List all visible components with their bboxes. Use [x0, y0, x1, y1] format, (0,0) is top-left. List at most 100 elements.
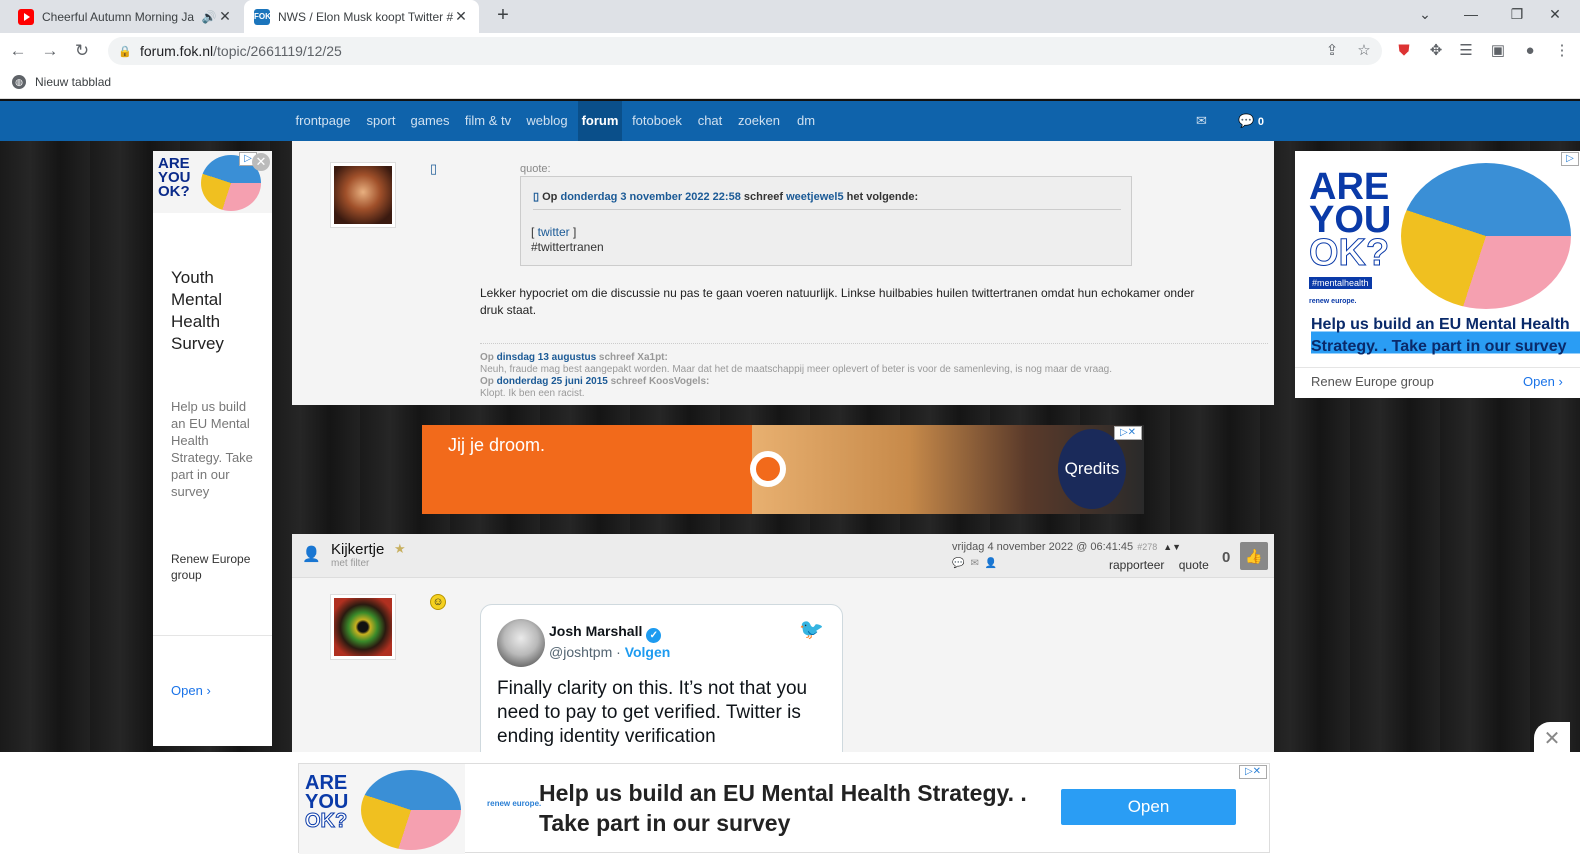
nav-frontpage[interactable]: frontpage: [292, 101, 354, 141]
renew-logo: renew europe.: [1309, 298, 1357, 305]
forward-icon[interactable]: →: [36, 37, 64, 65]
verified-icon: ✓: [646, 628, 662, 643]
tweet-author[interactable]: Josh Marshall ✓: [549, 623, 662, 643]
bottom-ad[interactable]: ARE YOU OK? renew europe. Help us build an…: [298, 763, 1270, 854]
address-bar[interactable]: 🔒 forum.fok.nl/topic/2661119/12/25: [108, 37, 1382, 65]
quote-author-link[interactable]: weetjewel5: [786, 191, 843, 203]
ad-open-button[interactable]: Open ›: [171, 683, 211, 698]
profile-icon[interactable]: ●: [1518, 37, 1542, 65]
user-tag: met filter: [331, 558, 370, 569]
ad-title: Youth Mental Health Survey: [171, 268, 224, 353]
are-you-ok-text: ARE YOU OK?: [1308, 166, 1392, 274]
bookmark-new-tab[interactable]: ◍ Nieuw tabblad: [12, 75, 111, 89]
post-number: #278: [1137, 542, 1158, 552]
nav-weblog[interactable]: weblog: [524, 101, 570, 141]
menu-icon[interactable]: ⋮: [1550, 37, 1574, 65]
fok-icon: FOK: [254, 8, 271, 25]
avatar[interactable]: [330, 162, 396, 228]
faces-illustration: [1401, 163, 1571, 309]
tab-close-icon[interactable]: ✕: [453, 8, 469, 25]
tab-fok[interactable]: FOK NWS / Elon Musk koopt Twitter # ✕: [244, 0, 479, 33]
qredits-logo-icon: [750, 451, 786, 487]
browser-toolbar: ← → ↻ 🔒 forum.fok.nl/topic/2661119/12/25…: [0, 33, 1580, 69]
report-link[interactable]: rapporteer: [1109, 558, 1164, 572]
back-icon[interactable]: ←: [4, 37, 32, 65]
post-links: rapporteer quote: [1098, 558, 1209, 572]
username[interactable]: Kijkertje: [331, 541, 384, 558]
ad-open-button[interactable]: Open: [1061, 789, 1236, 825]
adchoices-icon[interactable]: ▷: [1561, 152, 1579, 166]
mail-icon[interactable]: ✉: [1196, 101, 1207, 141]
side-panel-icon[interactable]: ▣: [1486, 37, 1510, 65]
youtube-icon: [18, 8, 34, 25]
share-icon[interactable]: ⇪: [1320, 37, 1344, 65]
close-window-icon[interactable]: ✕: [1532, 0, 1578, 30]
lock-icon: 🔒: [118, 45, 132, 58]
post-header: 👤 Kijkertje met filter ★ vrijdag 4 novem…: [292, 534, 1274, 578]
nav-games[interactable]: games: [408, 101, 452, 141]
avatar[interactable]: [330, 594, 396, 660]
ad-advertiser: Renew Europe group: [1311, 374, 1434, 389]
ad-brand: Qredits: [1058, 429, 1126, 509]
nav-film-tv[interactable]: film & tv: [462, 101, 514, 141]
quote-date-link[interactable]: donderdag 3 november 2022 22:58: [560, 191, 740, 203]
hashtag-label: #mentalhealth: [1309, 277, 1372, 289]
extensions-icon[interactable]: ✥: [1424, 37, 1448, 65]
chat-count: 0: [1257, 116, 1264, 128]
tab-title: NWS / Elon Musk koopt Twitter #: [278, 9, 453, 24]
nav-chat[interactable]: chat: [694, 101, 726, 141]
reload-icon[interactable]: ↻: [68, 37, 96, 65]
ad-open-button[interactable]: Open ›: [1523, 374, 1563, 389]
post-text: Lekker hypocriet om die discussie nu pas…: [480, 286, 1195, 317]
follow-link[interactable]: Volgen: [625, 644, 671, 660]
minimize-icon[interactable]: —: [1448, 0, 1494, 30]
left-ad[interactable]: ARE YOU OK? ▷ ✕ Youth Mental Health Survey He…: [153, 151, 272, 746]
twitter-link[interactable]: twitter: [538, 225, 570, 239]
tab-close-icon[interactable]: ✕: [217, 8, 233, 25]
forum-post: ▯ quote: ▯ Op donderdag 3 november 2022 …: [292, 141, 1274, 405]
nav-fotoboek[interactable]: fotoboek: [630, 101, 684, 141]
tab-youtube[interactable]: Cheerful Autumn Morning Ja 🔊 ✕: [8, 0, 243, 33]
ad-advertiser: Renew Europe group: [171, 552, 251, 582]
user-icon: 👤: [302, 546, 321, 563]
tab-search-icon[interactable]: ⌄: [1402, 0, 1448, 30]
speaker-icon[interactable]: 🔊: [201, 10, 217, 24]
nav-dm[interactable]: dm: [792, 101, 820, 141]
signature: Op dinsdag 13 augustus schreef Xa1pt: Ne…: [480, 343, 1268, 400]
twitter-bird-icon[interactable]: 🐦: [799, 617, 824, 642]
new-tab-icon[interactable]: +: [492, 4, 514, 28]
faces-illustration: [361, 770, 461, 850]
ad-divider: [153, 635, 272, 636]
embedded-tweet[interactable]: Josh Marshall ✓ @joshtpm · Volgen 🐦 Final…: [480, 604, 843, 753]
chat-bubble-icon[interactable]: 💬 0: [1238, 101, 1264, 141]
tweet-avatar[interactable]: [497, 619, 545, 667]
post-action-icons[interactable]: 💬✉👤: [952, 558, 1003, 569]
sort-arrows-icon[interactable]: ▲▼: [1163, 542, 1181, 552]
adchoices-icon[interactable]: ▷✕: [1114, 426, 1142, 440]
close-ad-icon[interactable]: ✕: [252, 153, 270, 171]
extension-shield-icon[interactable]: ⛊: [1392, 37, 1416, 65]
post-datetime[interactable]: vrijdag 4 november 2022 @ 06:41:45: [952, 541, 1133, 553]
are-you-ok-text: ARE YOU OK?: [158, 155, 191, 200]
quote-body: [ twitter ] #twittertranen: [531, 225, 604, 254]
site-nav: frontpage sport games film & tv weblog f…: [0, 101, 1580, 141]
chevron-right-icon: ›: [1558, 374, 1563, 389]
quote-link[interactable]: quote: [1179, 558, 1209, 572]
nav-forum[interactable]: forum: [578, 101, 622, 141]
media-icon[interactable]: ☰: [1454, 37, 1478, 65]
ad-divider: [1295, 367, 1580, 368]
bookmark-star-icon[interactable]: ☆: [1352, 37, 1376, 65]
ad-headline[interactable]: Help us build an EU Mental Health Strate…: [1311, 314, 1580, 358]
nav-zoeken[interactable]: zoeken: [736, 101, 782, 141]
qredits-ad[interactable]: Jij je droom. Qredits ▷✕: [422, 425, 1144, 514]
bookmarks-bar: ◍ Nieuw tabblad: [0, 69, 1580, 99]
right-ad[interactable]: ARE YOU OK? #mentalhealth renew europe. ▷ …: [1295, 151, 1580, 398]
close-ad-icon[interactable]: ✕: [1534, 722, 1570, 754]
chevron-right-icon: ›: [206, 683, 211, 698]
thumbs-up-icon[interactable]: 👍: [1240, 542, 1268, 570]
adchoices-icon[interactable]: ▷✕: [1239, 765, 1267, 779]
ad-message: Help us build an EU Mental Health Strate…: [539, 780, 1027, 836]
url-text: forum.fok.nl/topic/2661119/12/25: [140, 43, 342, 59]
nav-sport[interactable]: sport: [362, 101, 400, 141]
bookmark-label: Nieuw tabblad: [35, 75, 112, 89]
